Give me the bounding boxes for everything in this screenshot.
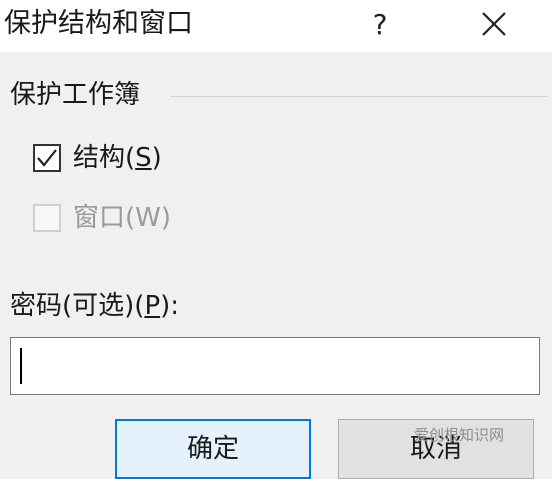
password-input[interactable] [11,338,539,394]
checkmark-icon [37,149,57,167]
help-icon: ? [372,7,388,41]
windows-label: 窗口(W) [73,203,171,233]
dialog-title: 保护结构和窗口 [4,8,193,39]
structure-checkbox[interactable] [33,144,61,172]
windows-option: 窗口(W) [33,200,171,236]
text-caret [20,348,22,384]
ok-button[interactable]: 确定 [115,419,311,479]
password-field[interactable] [10,337,540,395]
structure-option[interactable]: 结构(S) [33,140,162,176]
group-label-protect-workbook: 保护工作簿 [10,77,147,113]
group-divider [170,96,548,97]
close-button[interactable] [472,4,516,44]
watermark-text: 爱创根知识网 [414,426,505,444]
close-icon [482,12,506,36]
windows-checkbox [33,204,61,232]
structure-label: 结构(S) [73,143,162,173]
password-label: 密码(可选)(P): [10,291,180,321]
help-button[interactable]: ? [360,2,400,46]
dialog-titlebar: 保护结构和窗口 ? [0,0,552,52]
